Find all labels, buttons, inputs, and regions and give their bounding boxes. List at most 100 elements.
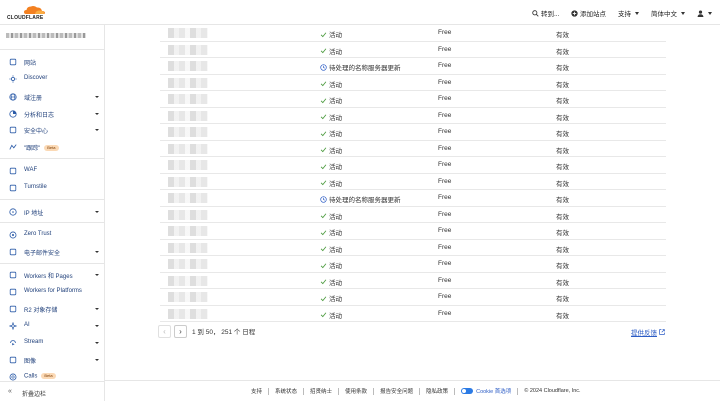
check-icon xyxy=(320,213,327,219)
sidebar-item-label: Calls Beta xyxy=(24,373,56,380)
redacted-domain-name[interactable] xyxy=(168,61,208,71)
goto-button[interactable]: 转到... xyxy=(532,8,559,18)
redacted-domain-name[interactable] xyxy=(168,44,208,55)
clock-icon xyxy=(320,63,327,71)
validity-cell: 有效 xyxy=(556,296,569,303)
table-row[interactable]: 活动 Free 有效 xyxy=(160,273,666,289)
table-row[interactable]: 活动 Free 有效 xyxy=(160,141,666,157)
redacted-domain-name[interactable] xyxy=(168,94,208,104)
chevron-down-icon xyxy=(681,11,685,15)
images-icon-wrap xyxy=(9,356,17,364)
sidebar-item[interactable]: 网站 xyxy=(0,56,104,68)
validity-cell: 有效 xyxy=(556,213,569,221)
redacted-domain-name[interactable] xyxy=(168,275,208,286)
status-text: 活动 xyxy=(329,246,342,254)
table-row[interactable]: 活动 Free 有效 xyxy=(160,91,666,108)
calls-icon-wrap xyxy=(9,373,17,381)
redacted-domain-name[interactable] xyxy=(168,193,208,203)
redacted-domain-name[interactable] xyxy=(168,242,208,253)
footer-link[interactable]: 支持 xyxy=(251,387,262,395)
waf-icon xyxy=(9,167,17,175)
table-row[interactable]: 活动 Free 有效 xyxy=(160,124,666,141)
collapse-sidebar-button[interactable]: « 折叠边栏 xyxy=(0,381,104,401)
redacted-domain-name[interactable] xyxy=(168,28,208,38)
table-row[interactable]: 活动 Free 有效 xyxy=(160,240,666,256)
support-dropdown[interactable]: 支持 xyxy=(618,8,639,18)
table-row[interactable]: 活动 Free 有效 xyxy=(160,157,666,174)
account-name[interactable] xyxy=(6,33,100,41)
sidebar-item-text: 域注册 xyxy=(24,96,43,102)
websites-icon-wrap xyxy=(9,58,17,66)
table-row[interactable]: 待处理的名称服务器更新 Free 有效 xyxy=(160,190,666,207)
sidebar-item[interactable]: WAF xyxy=(0,165,104,177)
sidebar-item[interactable]: R2 对象存储 xyxy=(0,303,104,315)
sidebar-item-text: R2 对象存储 xyxy=(24,308,58,314)
sidebar-item-text: Workers 和 Pages xyxy=(24,274,73,280)
sidebar-item[interactable]: Workers 和 Pages xyxy=(0,269,104,281)
sidebar-item[interactable]: AI xyxy=(0,320,104,332)
sidebar-item[interactable]: Stream xyxy=(0,337,104,349)
language-dropdown[interactable]: 简体中文 xyxy=(651,8,685,18)
validity-cell: 有效 xyxy=(556,246,569,254)
sidebar-item[interactable]: 电子邮件安全 xyxy=(0,246,104,258)
check-icon xyxy=(320,163,327,169)
prev-page-button[interactable]: ‹ xyxy=(158,324,171,338)
redacted-domain-name[interactable] xyxy=(168,176,208,187)
table-row[interactable]: 活动 Free 有效 xyxy=(160,108,666,124)
table-row[interactable]: 活动 Free 有效 xyxy=(160,42,666,58)
user-icon xyxy=(697,9,704,17)
footer-link[interactable]: 使用条款 xyxy=(345,387,367,395)
check-icon xyxy=(320,114,327,120)
footer-link[interactable]: 隐私政策 xyxy=(426,387,448,395)
discover-icon-wrap xyxy=(9,75,17,83)
divider xyxy=(373,387,375,395)
redacted-domain-name[interactable] xyxy=(168,160,208,170)
table-row[interactable]: 活动 Free 有效 xyxy=(160,306,666,322)
redacted-domain-name[interactable] xyxy=(168,127,208,137)
plan-cell: Free xyxy=(438,260,452,267)
next-page-button[interactable]: › xyxy=(174,324,187,338)
redacted-domain-name[interactable] xyxy=(168,292,208,302)
sidebar-item[interactable]: Workers for Platforms xyxy=(0,286,104,298)
sidebar-item[interactable]: 域注册 xyxy=(0,91,104,103)
feedback-link[interactable]: 提供反馈 xyxy=(631,327,665,337)
status-text: 活动 xyxy=(329,48,342,56)
footer-link[interactable]: 系统状态 xyxy=(275,387,297,395)
sidebar-item[interactable]: Turnstile xyxy=(0,182,104,194)
table-row[interactable]: 活动 Free 有效 xyxy=(160,289,666,306)
table-row[interactable]: 活动 Free 有效 xyxy=(160,256,666,273)
redacted-domain-name[interactable] xyxy=(168,308,208,319)
sidebar-item[interactable]: Discover xyxy=(0,73,104,85)
sidebar-item[interactable]: IP 地址 xyxy=(0,206,104,218)
cookie-preferences-link[interactable]: Cookie 首选项 xyxy=(476,387,511,395)
calls-icon xyxy=(9,373,17,381)
table-row[interactable]: 活动 Free 有效 xyxy=(160,25,666,42)
sidebar-item[interactable]: "跟踪" Beta xyxy=(0,141,104,153)
table-row[interactable]: 活动 Free 有效 xyxy=(160,223,666,240)
sidebar-item-label: 电子邮件安全 xyxy=(24,248,60,257)
table-row[interactable]: 活动 Free 有效 xyxy=(160,75,666,91)
feedback-label: 提供反馈 xyxy=(631,330,657,337)
redacted-domain-name[interactable] xyxy=(168,226,208,236)
sidebar-item[interactable]: 分析和日志 xyxy=(0,108,104,120)
cookie-toggle[interactable] xyxy=(461,388,474,394)
sidebar-item-text: 分析和日志 xyxy=(24,113,55,119)
user-menu[interactable] xyxy=(697,8,712,18)
table-row[interactable]: 活动 Free 有效 xyxy=(160,207,666,223)
ip-address-icon xyxy=(9,208,17,216)
redacted-domain-name[interactable] xyxy=(168,143,208,154)
redacted-domain-name[interactable] xyxy=(168,209,208,220)
sidebar-item[interactable]: Zero Trust xyxy=(0,229,104,241)
redacted-domain-name[interactable] xyxy=(168,110,208,121)
cloudflare-logo[interactable]: CLOUDFLARE xyxy=(6,4,52,21)
sidebar-item-text: Zero Trust xyxy=(24,231,52,237)
redacted-domain-name[interactable] xyxy=(168,77,208,88)
footer-link[interactable]: 报告安全问题 xyxy=(380,387,413,395)
sidebar-item[interactable]: 图像 xyxy=(0,354,104,366)
add-site-button[interactable]: 添加站点 xyxy=(571,8,606,18)
table-row[interactable]: 活动 Free 有效 xyxy=(160,174,666,190)
redacted-domain-name[interactable] xyxy=(168,259,208,269)
sidebar-item[interactable]: 安全中心 xyxy=(0,124,104,136)
footer-link[interactable]: 招贤纳士 xyxy=(310,387,332,395)
table-row[interactable]: 待处理的名称服务器更新 Free 有效 xyxy=(160,58,666,75)
